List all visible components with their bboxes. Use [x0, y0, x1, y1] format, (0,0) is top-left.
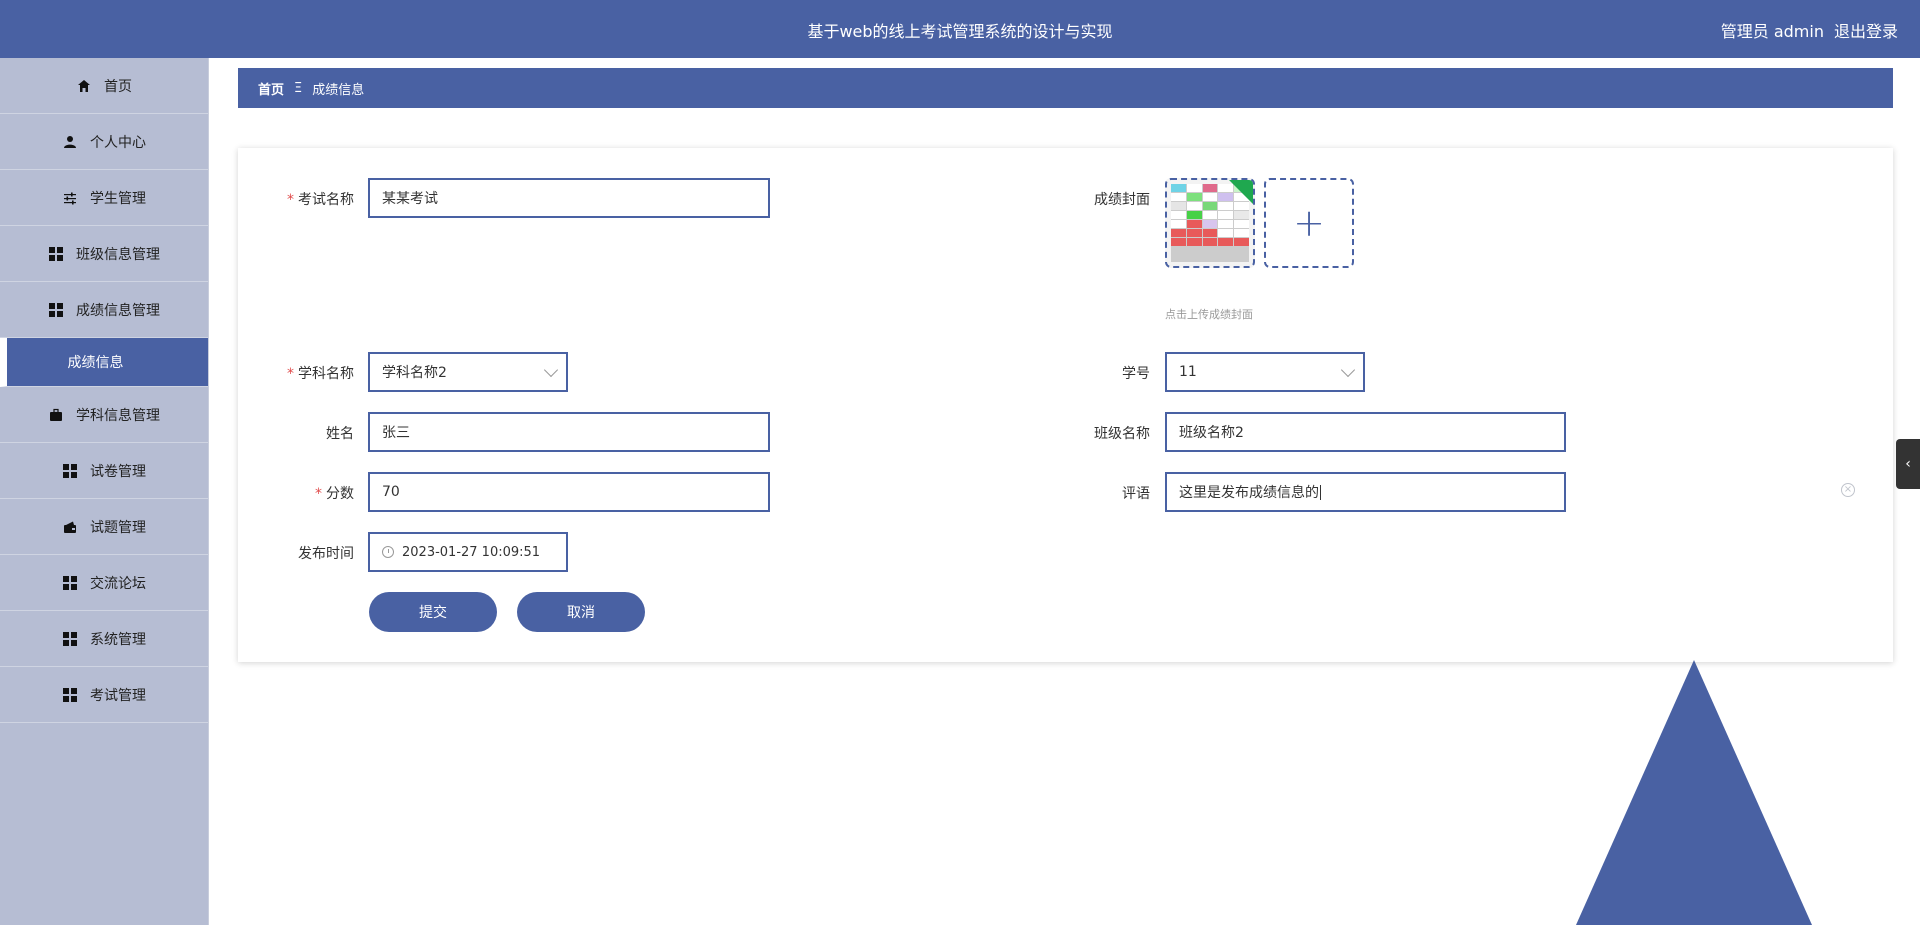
sidebar-item-questions[interactable]: 试题管理 — [0, 499, 208, 555]
decorative-triangle — [1576, 660, 1812, 925]
sidebar-item-label: 学生管理 — [90, 190, 146, 207]
class-name-input[interactable]: 班级名称2 — [1165, 412, 1566, 452]
upload-cover-button[interactable]: + — [1264, 178, 1354, 268]
sidebar-item-class-info[interactable]: 班级信息管理 — [0, 226, 208, 282]
name-label: 姓名 — [326, 426, 354, 442]
sidebar-item-label: 成绩信息管理 — [76, 302, 160, 319]
grid-icon — [62, 463, 78, 479]
sidebar-item-label: 个人中心 — [90, 134, 146, 151]
subject-label: * 学科名称 — [287, 366, 354, 382]
grid-icon — [48, 302, 64, 318]
user-icon — [62, 134, 78, 150]
sidebar-item-students[interactable]: 学生管理 — [0, 170, 208, 226]
exam-name-label: * 考试名称 — [287, 192, 354, 208]
sidebar-item-label: 班级信息管理 — [76, 246, 160, 263]
breadcrumb-home[interactable]: 首页 — [258, 79, 284, 98]
sidebar-item-label: 试题管理 — [90, 519, 146, 536]
grid-icon — [48, 246, 64, 262]
current-user-label: 管理员 admin — [1720, 22, 1824, 41]
briefcase-icon — [48, 407, 64, 423]
chevron-left-icon: ‹ — [1905, 456, 1911, 472]
chevron-down-icon — [543, 362, 559, 378]
comment-textarea[interactable]: 这里是发布成绩信息的 — [1165, 472, 1566, 512]
required-mark: * — [315, 486, 322, 502]
text-cursor — [1320, 484, 1321, 500]
excel-corner-icon — [1229, 180, 1253, 204]
submit-button[interactable]: 提交 — [369, 592, 497, 632]
collapse-panel-button[interactable]: ‹ — [1896, 439, 1920, 489]
sidebar-item-label: 考试管理 — [90, 687, 146, 704]
required-mark: * — [287, 192, 294, 208]
name-input[interactable]: 张三 — [368, 412, 770, 452]
sidebar-item-label: 首页 — [104, 78, 132, 95]
required-mark: * — [287, 366, 294, 382]
sidebar-item-system[interactable]: 系统管理 — [0, 611, 208, 667]
grid-icon — [62, 631, 78, 647]
student-no-select[interactable]: 11 — [1165, 352, 1365, 392]
cover-label: 成绩封面 — [1094, 192, 1150, 208]
subject-select[interactable]: 学科名称2 — [368, 352, 568, 392]
top-header: 基于web的线上考试管理系统的设计与实现 管理员 admin 退出登录 — [0, 0, 1920, 58]
breadcrumb-current: 成绩信息 — [312, 82, 365, 98]
chevron-down-icon — [1340, 362, 1356, 378]
cover-thumbnail[interactable] — [1165, 178, 1255, 268]
home-icon — [76, 78, 92, 94]
sidebar-item-score-management[interactable]: 成绩信息管理 — [0, 282, 208, 338]
score-input[interactable]: 70 — [368, 472, 770, 512]
sidebar-item-home[interactable]: 首页 — [0, 58, 208, 114]
comment-label: 评语 — [1122, 486, 1150, 502]
sidebar-item-exams[interactable]: 考试管理 — [0, 667, 208, 723]
exam-name-input[interactable]: 某某考试 — [368, 178, 770, 218]
app-title: 基于web的线上考试管理系统的设计与实现 — [807, 22, 1113, 41]
clock-icon — [382, 546, 394, 558]
student-no-label: 学号 — [1122, 366, 1150, 382]
breadcrumb: 首页 Ξ 成绩信息 — [238, 68, 1893, 108]
grid-icon — [62, 687, 78, 703]
publish-time-picker[interactable]: 2023-01-27 10:09:51 — [368, 532, 568, 572]
score-label: * 分数 — [315, 486, 354, 502]
upload-cover-hint: 点击上传成绩封面 — [1165, 308, 1253, 321]
sidebar: 首页 个人中心 学生管理 班级信息管理 成绩信息管理 成绩信息 学科信息管理 试… — [0, 58, 209, 925]
sidebar-item-label: 学科信息管理 — [76, 407, 160, 424]
sidebar-item-label: 系统管理 — [90, 631, 146, 648]
cancel-button[interactable]: 取消 — [517, 592, 645, 632]
breadcrumb-separator: Ξ — [294, 80, 303, 96]
sidebar-item-label: 交流论坛 — [90, 575, 146, 592]
plus-icon: + — [1293, 201, 1325, 245]
sidebar-item-label: 试卷管理 — [90, 463, 146, 480]
sliders-icon — [62, 190, 78, 206]
sidebar-item-profile[interactable]: 个人中心 — [0, 114, 208, 170]
sidebar-item-papers[interactable]: 试卷管理 — [0, 443, 208, 499]
sidebar-item-subject-info[interactable]: 学科信息管理 — [0, 387, 208, 443]
score-form-card: * 考试名称 某某考试 成绩封面 + 点击上传成绩封面 * 学科名称 学科名称2 学… — [238, 148, 1893, 662]
publish-time-label: 发布时间 — [298, 546, 354, 562]
logout-link[interactable]: 退出登录 — [1834, 18, 1898, 42]
sidebar-item-label: 成绩信息 — [67, 355, 124, 371]
class-name-label: 班级名称 — [1094, 426, 1150, 442]
wallet-icon — [62, 519, 78, 535]
clear-icon[interactable]: × — [1841, 483, 1855, 497]
sidebar-item-forum[interactable]: 交流论坛 — [0, 555, 208, 611]
header-user-area: 管理员 admin 退出登录 — [1721, 18, 1898, 42]
sidebar-subitem-score-info[interactable]: 成绩信息 — [0, 338, 208, 387]
grid-icon — [62, 575, 78, 591]
